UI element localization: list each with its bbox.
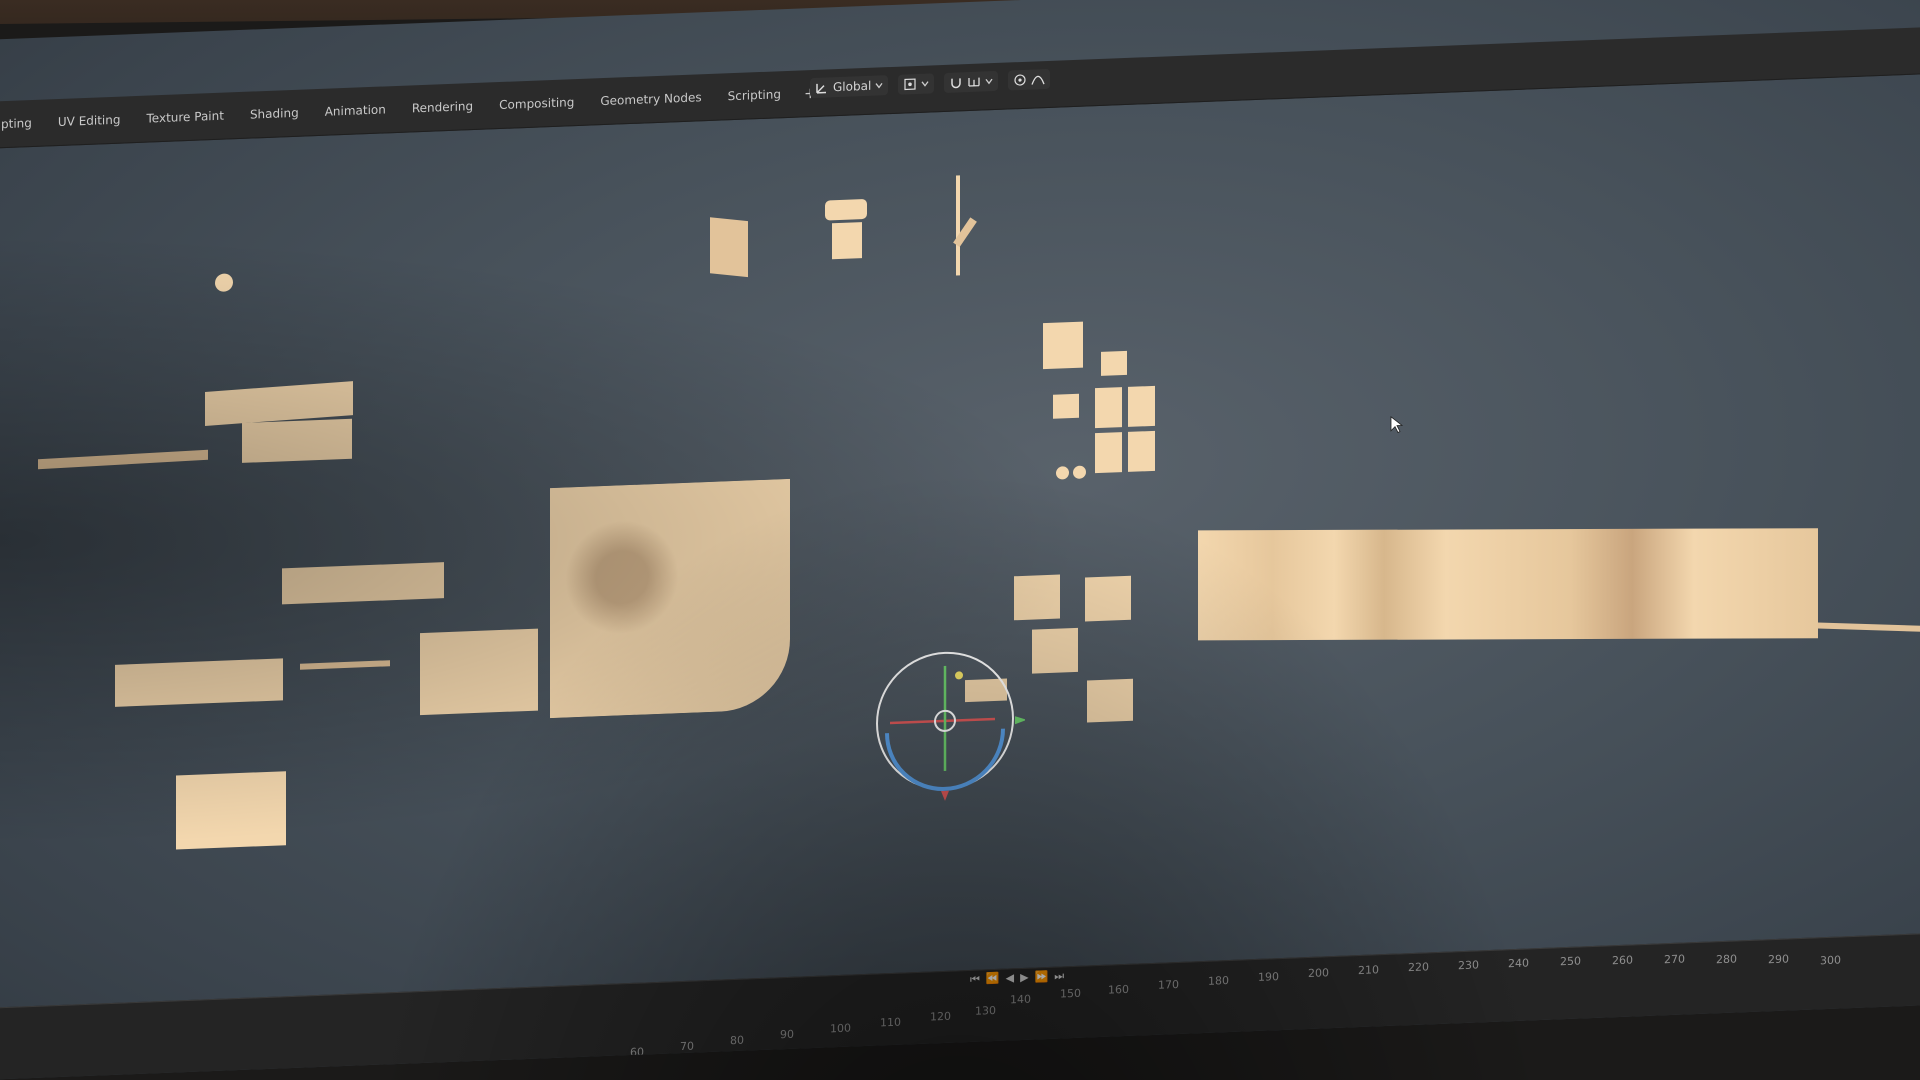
tile-object-7[interactable]: [1128, 430, 1155, 472]
tab-geometry-nodes[interactable]: Geometry Nodes: [589, 85, 712, 114]
tab-animation[interactable]: Animation: [314, 97, 397, 124]
frame-label: 260: [1612, 953, 1633, 968]
tile-object-12[interactable]: [1087, 678, 1133, 723]
snap-increment-icon: [967, 75, 981, 90]
tile-object-5[interactable]: [1128, 385, 1155, 427]
step-forward-icon[interactable]: ⏩: [1035, 970, 1049, 985]
play-reverse-icon[interactable]: ◀: [1006, 971, 1014, 985]
crate-body-object[interactable]: [242, 418, 352, 463]
tab-scripting[interactable]: Scripting: [717, 82, 792, 109]
tile-object-6[interactable]: [1095, 432, 1122, 474]
wire-object[interactable]: [300, 660, 390, 670]
tile-object-2[interactable]: [1101, 350, 1127, 376]
tab-scripting-partial[interactable]: pting: [0, 111, 43, 137]
3d-viewport[interactable]: [0, 72, 1920, 1008]
chevron-down-icon: [921, 80, 929, 88]
frame-label: 230: [1458, 958, 1479, 973]
tab-rendering[interactable]: Rendering: [401, 94, 484, 121]
panel-object-2[interactable]: [115, 658, 283, 707]
frame-label: 90: [780, 1027, 794, 1042]
jump-end-icon[interactable]: ⏭: [1054, 969, 1064, 983]
snap-icon: [949, 75, 963, 90]
frame-label: 240: [1508, 956, 1529, 971]
plank-object[interactable]: [38, 449, 208, 470]
tile-object-10[interactable]: [1032, 627, 1078, 674]
terrain-tile-object[interactable]: [550, 478, 790, 719]
header-tools: Global: [810, 68, 1051, 99]
frame-label: 80: [730, 1033, 744, 1048]
frame-label: 150: [1060, 986, 1081, 1001]
mouse-cursor-icon: [1390, 415, 1404, 434]
frame-label: 70: [680, 1039, 694, 1054]
ladder-object[interactable]: [710, 217, 748, 278]
bolt-object-2[interactable]: [1073, 465, 1086, 480]
frame-label: 290: [1768, 952, 1789, 967]
chevron-down-icon: [875, 81, 883, 89]
transform-orientation-dropdown[interactable]: Global: [810, 75, 889, 99]
pivot-point-dropdown[interactable]: [898, 73, 935, 95]
frame-label: 120: [930, 1009, 951, 1024]
building-object[interactable]: [1198, 528, 1818, 641]
chevron-down-icon: [985, 77, 993, 85]
frame-label: 190: [1258, 970, 1279, 984]
panel-object-3[interactable]: [420, 628, 538, 716]
playback-controls: ⏮ ⏪ ◀ ▶ ⏩ ⏭: [970, 969, 1064, 987]
frame-label: 180: [1208, 974, 1229, 988]
pole-object[interactable]: [956, 175, 960, 276]
sign-post-object[interactable]: [825, 198, 867, 221]
vent-panel-object[interactable]: [176, 771, 286, 850]
frame-label: 280: [1716, 952, 1737, 967]
tile-object-8[interactable]: [1014, 574, 1060, 621]
tile-object-3[interactable]: [1053, 393, 1079, 419]
proportional-edit-icon: [1013, 73, 1027, 88]
tab-texture-paint[interactable]: Texture Paint: [136, 103, 235, 131]
falloff-curve-icon: [1031, 72, 1045, 87]
play-icon[interactable]: ▶: [1020, 971, 1028, 985]
frame-label: 130: [975, 1003, 996, 1018]
frame-label: 200: [1308, 966, 1329, 980]
tile-object-9[interactable]: [1085, 575, 1131, 622]
frame-label: 300: [1820, 953, 1841, 968]
frame-label: 220: [1408, 960, 1429, 975]
frame-label: 60: [630, 1045, 644, 1060]
transform-gizmo[interactable]: [875, 648, 1025, 804]
frame-label: 270: [1664, 952, 1685, 967]
frame-label: 160: [1108, 982, 1129, 997]
proportional-edit-toggle[interactable]: [1008, 68, 1051, 91]
step-back-icon[interactable]: ⏪: [986, 972, 1000, 987]
transform-orientation-icon: [815, 80, 829, 95]
frame-label: 210: [1358, 963, 1379, 978]
blender-window: pting UV Editing Texture Paint Shading A…: [0, 0, 1920, 1080]
sign-post-base-object[interactable]: [832, 222, 862, 260]
tab-compositing[interactable]: Compositing: [488, 90, 585, 118]
building-rail-object[interactable]: [1818, 622, 1920, 633]
frame-label: 170: [1158, 977, 1179, 992]
pivot-point-icon: [903, 77, 917, 92]
transform-orientation-label: Global: [833, 78, 872, 95]
tile-object-4[interactable]: [1095, 387, 1122, 429]
tab-shading[interactable]: Shading: [239, 100, 310, 127]
panel-object-1[interactable]: [282, 562, 444, 605]
tab-uv-editing[interactable]: UV Editing: [47, 107, 132, 134]
jump-start-icon[interactable]: ⏮: [970, 973, 980, 987]
tile-object-1[interactable]: [1043, 321, 1083, 370]
frame-label: 140: [1010, 992, 1031, 1007]
frame-label: 250: [1560, 954, 1581, 969]
sphere-object[interactable]: [215, 273, 233, 292]
snap-toggle[interactable]: [944, 70, 999, 93]
frame-label: 100: [830, 1021, 851, 1036]
frame-label: 110: [880, 1015, 901, 1030]
bolt-object-1[interactable]: [1056, 466, 1069, 480]
